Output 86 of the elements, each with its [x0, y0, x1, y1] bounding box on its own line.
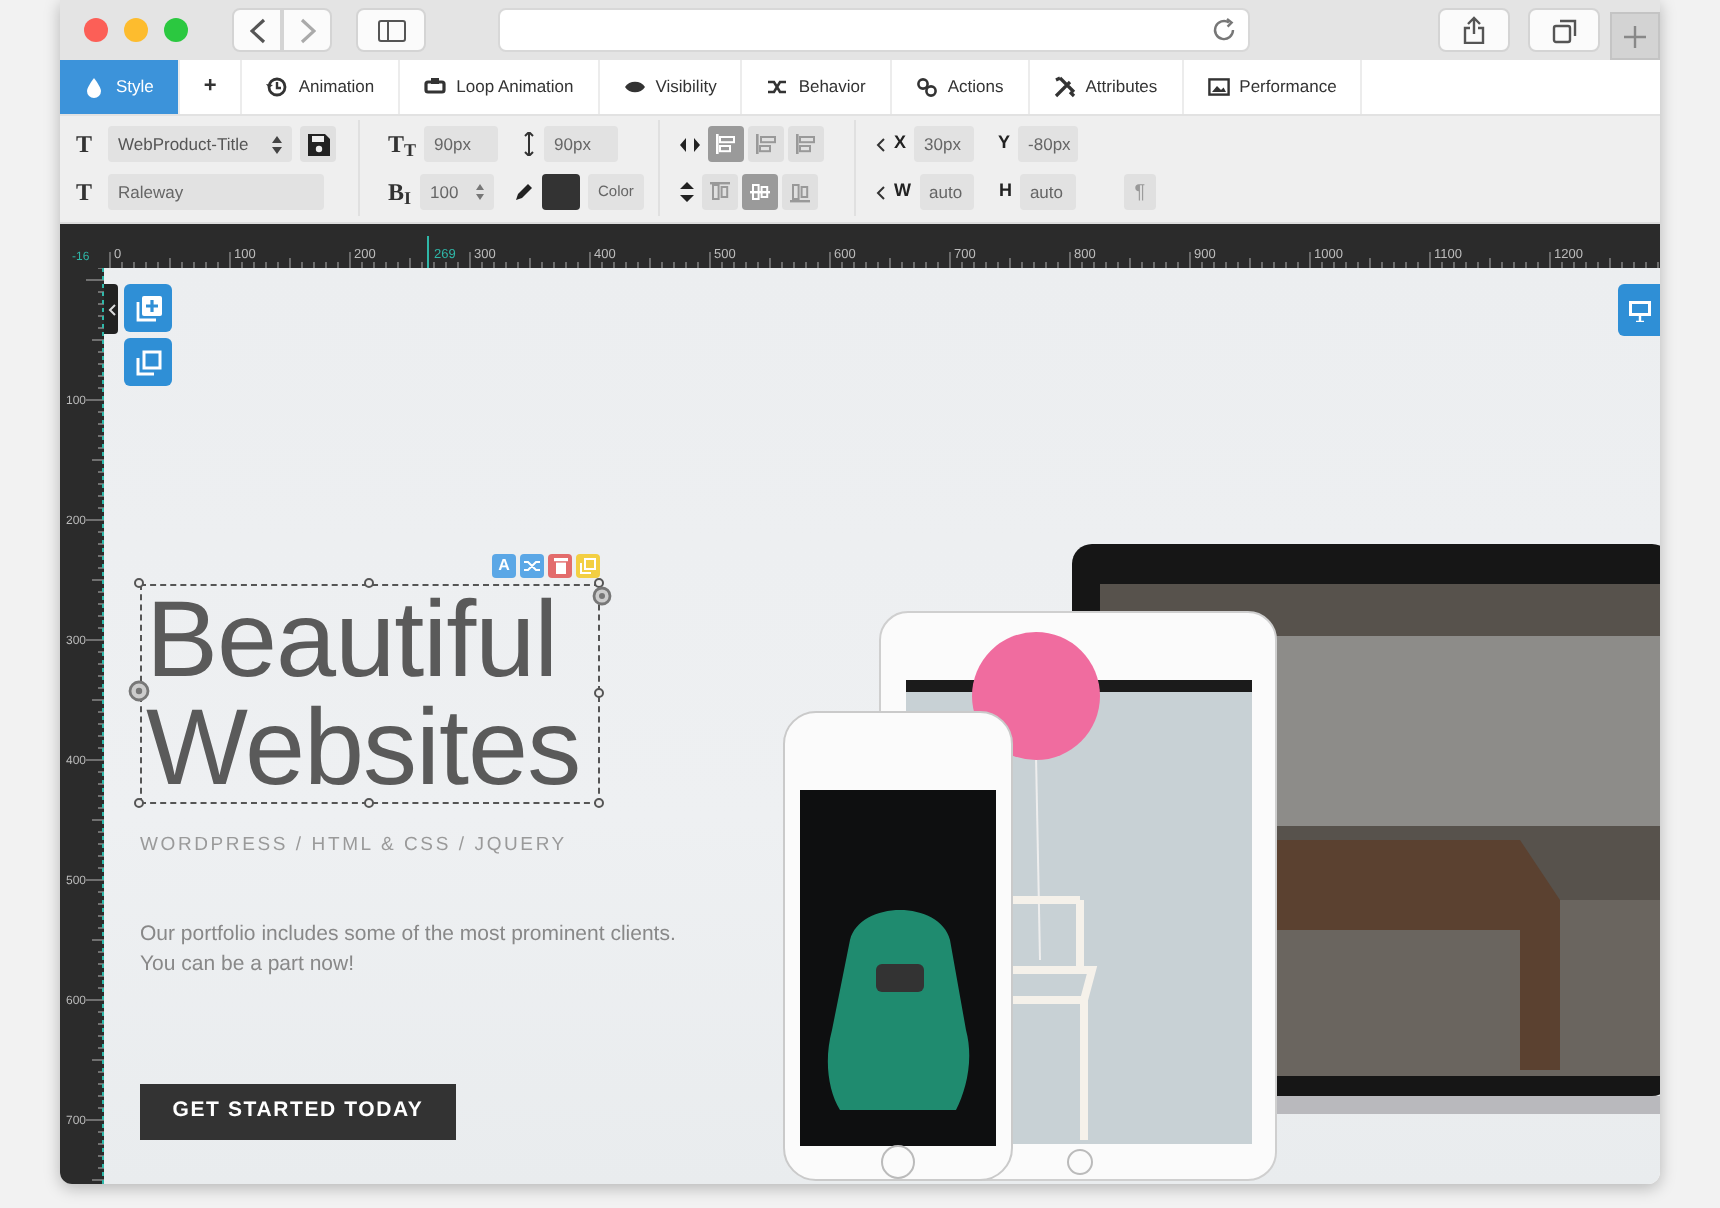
- stepper-icon: [272, 135, 282, 153]
- new-tab-button[interactable]: [1610, 12, 1660, 60]
- close-button[interactable]: [84, 18, 108, 42]
- type-glyph: T: [76, 176, 95, 210]
- line-height-icon: [522, 132, 537, 156]
- width-field[interactable]: auto: [919, 174, 975, 210]
- y-field[interactable]: -80px: [1018, 126, 1079, 162]
- font-weight-select[interactable]: 100: [420, 174, 494, 210]
- resize-handle[interactable]: [364, 798, 374, 808]
- valign-icon: [748, 180, 772, 204]
- get-started-button[interactable]: GET STARTED TODAY: [140, 1084, 456, 1141]
- save-icon: [307, 133, 329, 155]
- stepper-icon: [476, 184, 484, 200]
- height-field[interactable]: auto: [1019, 174, 1076, 210]
- loop-icon: [424, 76, 447, 98]
- reload-icon[interactable]: [1212, 18, 1236, 42]
- copy-icon: [580, 558, 596, 574]
- valign-button[interactable]: [782, 174, 818, 210]
- chevron-left-icon: [249, 17, 265, 43]
- resize-handle[interactable]: [134, 798, 144, 808]
- drop-icon: [84, 76, 106, 98]
- valign-icon: [788, 180, 812, 204]
- tools-icon: [1053, 76, 1076, 98]
- align-icon: [714, 132, 738, 156]
- horizontal-arrows-icon: [680, 137, 700, 151]
- share-button[interactable]: [1438, 8, 1510, 52]
- font-size-field[interactable]: 90px: [424, 126, 499, 162]
- description: Our portfolio includes some of the most prominent clients. You can be a part now!: [140, 920, 678, 981]
- add-layer-icon: [135, 295, 161, 321]
- tagline: WORDPRESS / HTML & CSS / JQUERY: [140, 832, 569, 860]
- axis-label: Y: [998, 130, 1011, 157]
- rotate-handle-icon[interactable]: [128, 680, 150, 702]
- align-button[interactable]: [748, 126, 784, 162]
- position-marker: [427, 235, 429, 268]
- back-button[interactable]: [232, 8, 282, 52]
- align-icon: [794, 132, 818, 156]
- chevron-left-icon: [107, 303, 115, 315]
- color-swatch[interactable]: [542, 174, 580, 210]
- chevron-icon: [876, 185, 886, 199]
- save-button[interactable]: [300, 126, 336, 162]
- valign-button[interactable]: [742, 174, 778, 210]
- vertical-arrows-icon: [680, 182, 694, 202]
- duplicate-icon: [135, 349, 161, 375]
- rotate-handle-icon[interactable]: [592, 586, 612, 606]
- link-icon: [915, 76, 938, 98]
- font-weight-glyph: B$_{I}$: [388, 176, 412, 210]
- axis-label: X: [894, 130, 907, 157]
- type-glyph: T: [76, 128, 95, 162]
- move-tool-button[interactable]: [520, 554, 544, 578]
- chevron-icon: [876, 137, 886, 151]
- tabs-button[interactable]: [1528, 8, 1600, 52]
- address-field[interactable]: [498, 8, 1250, 52]
- monitor-icon: [1627, 299, 1651, 321]
- image-icon: [1207, 76, 1230, 98]
- trash-icon: [553, 558, 567, 574]
- pencil-icon: [514, 182, 534, 202]
- align-button[interactable]: [708, 126, 744, 162]
- tab[interactable]: Style: [60, 60, 180, 114]
- delete-button[interactable]: [548, 554, 572, 578]
- sidebar-icon: [377, 19, 405, 41]
- resize-handle[interactable]: [134, 578, 144, 588]
- resize-handle[interactable]: [594, 798, 604, 808]
- tabs-icon: [1551, 17, 1577, 43]
- collapse-tab[interactable]: [104, 284, 118, 334]
- resize-handle[interactable]: [364, 578, 374, 588]
- axis-label: W: [894, 178, 911, 205]
- font-size-glyph: T$_{T}$: [388, 128, 417, 162]
- valign-icon: [708, 180, 732, 204]
- line-height-field[interactable]: 90px: [544, 126, 619, 162]
- desktop-view-button[interactable]: [1618, 284, 1660, 336]
- sidebar-button[interactable]: [356, 8, 426, 52]
- font-family-field[interactable]: Raleway: [108, 174, 324, 210]
- align-button[interactable]: [788, 126, 824, 162]
- clock-icon: [266, 76, 289, 98]
- share-icon: [1462, 16, 1486, 44]
- valign-button[interactable]: [702, 174, 738, 210]
- align-icon: [754, 132, 778, 156]
- shuffle-icon: [766, 76, 789, 98]
- style-select[interactable]: WebProduct-Title: [108, 126, 292, 162]
- chevron-right-icon: [299, 17, 315, 43]
- shuffle-icon: [524, 558, 540, 574]
- axis-label: H: [998, 178, 1012, 205]
- x-field[interactable]: 30px: [914, 126, 975, 162]
- resize-handle[interactable]: [594, 688, 604, 698]
- zoom-button[interactable]: [164, 18, 188, 42]
- plus-icon: [1624, 25, 1646, 47]
